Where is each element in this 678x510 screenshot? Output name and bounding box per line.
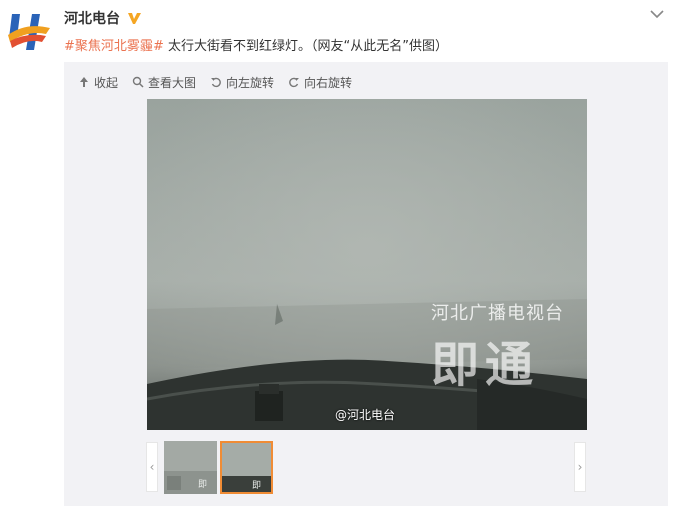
prev-thumb-button[interactable]: ‹ bbox=[146, 442, 158, 492]
svg-text:即: 即 bbox=[198, 479, 207, 490]
rotate-left-icon bbox=[211, 77, 221, 88]
media-toolbar: 收起 查看大图 向左旋转 向右旋转 bbox=[78, 73, 352, 91]
media-viewer: 收起 查看大图 向左旋转 向右旋转 @河北电台 河北广播电视台 即通 ‹ 即 即… bbox=[64, 62, 668, 506]
thumbnail-2[interactable]: 即 bbox=[220, 441, 273, 494]
collapse-label: 收起 bbox=[94, 75, 119, 90]
view-large-button[interactable]: 查看大图 bbox=[132, 74, 196, 91]
verified-v-icon bbox=[126, 10, 142, 26]
hashtag-close[interactable]: # bbox=[153, 39, 164, 54]
photo-watermark-credit: @河北电台 bbox=[335, 408, 396, 422]
post-body: 太行大街看不到红绿灯。（网友“从此无名”供图） bbox=[163, 39, 448, 54]
rearview-mirror-mount bbox=[255, 391, 283, 421]
username[interactable]: 河北电台 bbox=[64, 8, 120, 28]
hashtag-part2[interactable]: 雾霾 bbox=[127, 39, 153, 54]
rotate-right-icon bbox=[289, 77, 300, 88]
thumbnail-strip: ‹ 即 即 › bbox=[146, 439, 586, 494]
rotate-left-label: 向左旋转 bbox=[226, 75, 275, 90]
view-large-label: 查看大图 bbox=[148, 75, 197, 90]
rotate-left-button[interactable]: 向左旋转 bbox=[210, 74, 274, 91]
hashtag-open[interactable]: # bbox=[64, 39, 75, 54]
rotate-right-button[interactable]: 向右旋转 bbox=[288, 74, 352, 91]
chevron-left-icon: ‹ bbox=[149, 460, 155, 474]
photo-logo-line2: 即通 bbox=[431, 337, 540, 393]
svg-text:即: 即 bbox=[252, 480, 261, 491]
post-header: 河北电台 bbox=[64, 8, 142, 28]
thumbnail-1[interactable]: 即 bbox=[164, 441, 217, 494]
rotate-right-label: 向右旋转 bbox=[304, 75, 353, 90]
hashtag-part1[interactable]: 聚焦河北 bbox=[75, 39, 127, 54]
post-text: #聚焦河北雾霾# 太行大街看不到红绿灯。（网友“从此无名”供图） bbox=[64, 35, 448, 54]
photo-logo-line1: 河北广播电视台 bbox=[431, 303, 564, 324]
next-thumb-button[interactable]: › bbox=[574, 442, 586, 492]
avatar[interactable] bbox=[6, 8, 54, 56]
search-icon bbox=[132, 76, 144, 88]
chevron-down-icon[interactable] bbox=[648, 6, 666, 20]
collapse-arrow-icon bbox=[80, 77, 88, 87]
chevron-right-icon: › bbox=[577, 460, 583, 474]
collapse-button[interactable]: 收起 bbox=[78, 74, 118, 91]
main-photo[interactable]: @河北电台 河北广播电视台 即通 bbox=[147, 99, 587, 430]
